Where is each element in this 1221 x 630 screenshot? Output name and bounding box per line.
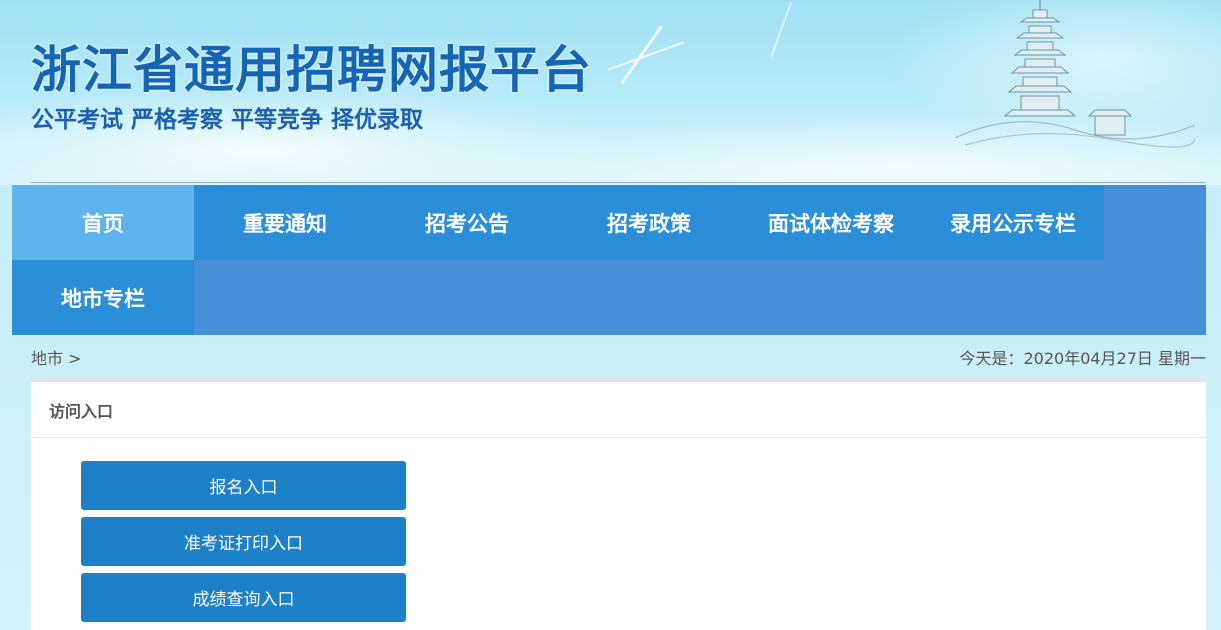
main-navigation: 首页 重要通知 招考公告 招考政策 面试体检考察 录用公示专栏 地市专栏 — [12, 185, 1206, 335]
nav-item-important-notices[interactable]: 重要通知 — [194, 185, 376, 260]
nav-item-recruitment-policies[interactable]: 招考政策 — [558, 185, 740, 260]
admission-ticket-print-button[interactable]: 准考证打印入口 — [81, 517, 406, 566]
banner-divider — [31, 182, 1206, 183]
registration-entry-button[interactable]: 报名入口 — [81, 461, 406, 510]
current-date: 今天是：2020年04月27日 星期一 — [959, 349, 1206, 368]
nav-item-recruitment-announcements[interactable]: 招考公告 — [376, 185, 558, 260]
nav-item-home[interactable]: 首页 — [12, 185, 194, 260]
nav-item-interview-examination[interactable]: 面试体检考察 — [740, 185, 922, 260]
sparkle-decoration — [620, 25, 663, 85]
site-slogan: 公平考试 严格考察 平等竞争 择优录取 — [31, 107, 424, 133]
site-title: 浙江省通用招聘网报平台 — [31, 41, 592, 99]
access-entry-panel: 访问入口 报名入口 准考证打印入口 成绩查询入口 — [31, 378, 1206, 630]
panel-title: 访问入口 — [31, 382, 1206, 438]
sparkle-decoration — [769, 1, 793, 59]
nav-item-hiring-publicity[interactable]: 录用公示专栏 — [922, 185, 1104, 260]
pagoda-illustration — [955, 0, 1195, 148]
header-banner: 浙江省通用招聘网报平台 公平考试 严格考察 平等竞争 择优录取 — [0, 0, 1221, 185]
breadcrumb: 地市 > — [31, 349, 82, 368]
score-query-button[interactable]: 成绩查询入口 — [81, 573, 406, 622]
nav-item-city-column[interactable]: 地市专栏 — [12, 260, 194, 335]
